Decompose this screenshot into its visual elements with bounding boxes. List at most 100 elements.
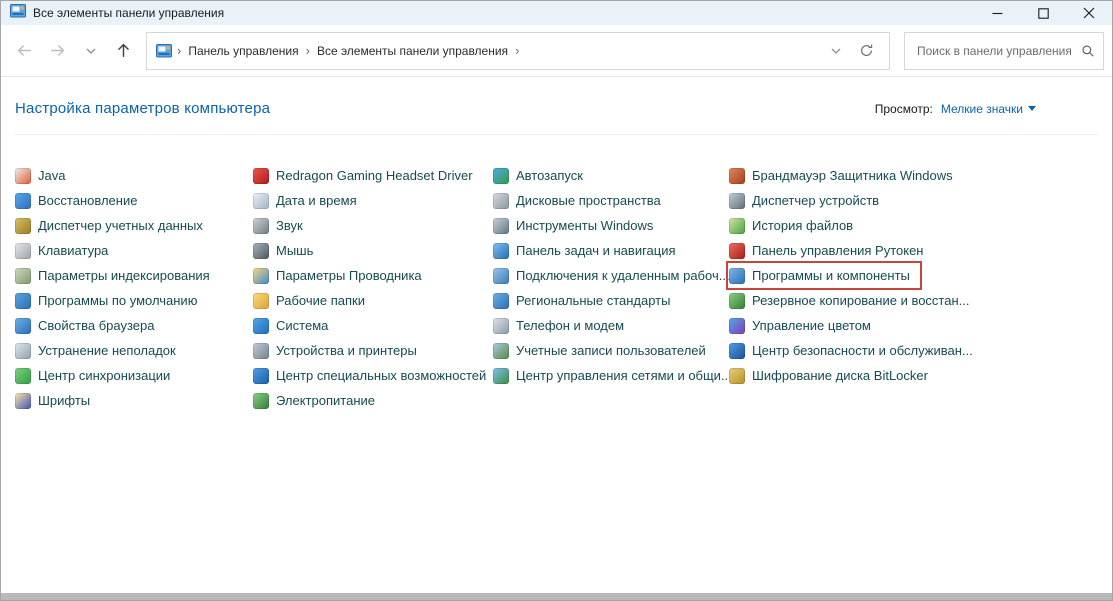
control-panel-item[interactable]: Дата и время — [253, 188, 493, 213]
region-icon — [493, 293, 509, 309]
item-label: Резервное копирование и восстан... — [752, 293, 970, 308]
breadcrumb-all-items[interactable]: Все элементы панели управления — [315, 44, 510, 58]
control-panel-item[interactable]: Автозапуск — [493, 163, 729, 188]
control-panel-item[interactable]: Система — [253, 313, 493, 338]
item-label: Устранение неполадок — [38, 343, 176, 358]
search-box[interactable] — [904, 32, 1104, 70]
view-dropdown[interactable]: Мелкие значки — [941, 102, 1036, 116]
control-panel-item[interactable]: Устройства и принтеры — [253, 338, 493, 363]
control-panel-item[interactable]: Диспетчер устройств — [729, 188, 1098, 213]
control-panel-item[interactable]: Программы и компоненты — [728, 263, 920, 288]
address-bar[interactable]: › Панель управления › Все элементы панел… — [146, 32, 890, 70]
item-label: Центр синхронизации — [38, 368, 170, 383]
storage-spaces-icon — [493, 193, 509, 209]
control-panel-window: Все элементы панели управления — [0, 0, 1113, 601]
control-panel-item[interactable]: Рабочие папки — [253, 288, 493, 313]
search-input[interactable] — [915, 43, 1081, 59]
autoplay-icon — [493, 168, 509, 184]
control-panel-item[interactable]: Восстановление — [15, 188, 253, 213]
backup-restore-icon — [729, 293, 745, 309]
breadcrumb-chevron-icon: › — [301, 43, 315, 58]
breadcrumb-control-panel[interactable]: Панель управления — [186, 44, 300, 58]
view-label: Просмотр: — [875, 102, 933, 116]
item-label: Электропитание — [276, 393, 375, 408]
control-panel-item[interactable]: Региональные стандарты — [493, 288, 729, 313]
item-label: Программы и компоненты — [752, 268, 910, 283]
control-panel-item[interactable]: Резервное копирование и восстан... — [729, 288, 1098, 313]
control-panel-item[interactable]: Панель управления Рутокен — [729, 238, 1098, 263]
control-panel-icon — [156, 43, 172, 59]
back-button[interactable] — [9, 35, 40, 66]
dropdown-caret-icon — [1028, 106, 1036, 111]
internet-options-icon — [15, 318, 31, 334]
control-panel-item[interactable]: Мышь — [253, 238, 493, 263]
mouse-icon — [253, 243, 269, 259]
sync-center-icon — [15, 368, 31, 384]
control-panel-item[interactable]: Панель задач и навигация — [493, 238, 729, 263]
control-panel-item[interactable]: Управление цветом — [729, 313, 1098, 338]
address-dropdown-chevron-icon[interactable] — [821, 36, 851, 66]
item-label: Подключения к удаленным рабоч... — [516, 268, 730, 283]
control-panel-item[interactable]: Телефон и модем — [493, 313, 729, 338]
control-panel-item[interactable]: Redragon Gaming Headset Driver — [253, 163, 493, 188]
network-sharing-center-icon — [493, 368, 509, 384]
items-column: Брандмауэр Защитника Windows Диспетчер ус… — [729, 163, 1098, 413]
windows-tools-icon — [493, 218, 509, 234]
item-label: Свойства браузера — [38, 318, 154, 333]
minimize-button[interactable] — [974, 1, 1020, 25]
titlebar: Все элементы панели управления — [1, 1, 1112, 25]
control-panel-item[interactable]: Электропитание — [253, 388, 493, 413]
control-panel-item[interactable]: Центр управления сетями и общи... — [493, 363, 729, 388]
item-label: Шрифты — [38, 393, 90, 408]
control-panel-icon — [10, 3, 26, 24]
item-label: Redragon Gaming Headset Driver — [276, 168, 473, 183]
maximize-button[interactable] — [1020, 1, 1066, 25]
control-panel-item[interactable]: Брандмауэр Защитника Windows — [729, 163, 1098, 188]
item-label: Звук — [276, 218, 303, 233]
item-label: История файлов — [752, 218, 853, 233]
item-label: Центр безопасности и обслуживан... — [752, 343, 973, 358]
phone-modem-icon — [493, 318, 509, 334]
control-panel-item[interactable]: Звук — [253, 213, 493, 238]
forward-button[interactable] — [42, 35, 73, 66]
control-panel-item[interactable]: Центр безопасности и обслуживан... — [729, 338, 1098, 363]
control-panel-item[interactable]: Дисковые пространства — [493, 188, 729, 213]
search-icon[interactable] — [1081, 44, 1095, 58]
control-panel-item[interactable]: Java — [15, 163, 253, 188]
control-panel-item[interactable]: Учетные записи пользователей — [493, 338, 729, 363]
item-label: Параметры Проводника — [276, 268, 422, 283]
up-button[interactable] — [108, 35, 139, 66]
refresh-icon[interactable] — [851, 36, 881, 66]
item-label: Система — [276, 318, 328, 333]
control-panel-item[interactable]: Программы по умолчанию — [15, 288, 253, 313]
item-label: Диспетчер устройств — [752, 193, 879, 208]
file-history-icon — [729, 218, 745, 234]
indexing-options-icon — [15, 268, 31, 284]
item-label: Учетные записи пользователей — [516, 343, 706, 358]
control-panel-item[interactable]: Устранение неполадок — [15, 338, 253, 363]
programs-features-icon — [729, 268, 745, 284]
view-value: Мелкие значки — [941, 102, 1023, 116]
control-panel-item[interactable]: Шрифты — [15, 388, 253, 413]
control-panel-item[interactable]: Инструменты Windows — [493, 213, 729, 238]
control-panel-item[interactable]: Подключения к удаленным рабоч... — [493, 263, 729, 288]
devices-printers-icon — [253, 343, 269, 359]
power-options-icon — [253, 393, 269, 409]
close-button[interactable] — [1066, 1, 1112, 25]
sound-icon — [253, 218, 269, 234]
window-bottom-edge — [1, 593, 1112, 600]
control-panel-item[interactable]: Центр специальных возможностей — [253, 363, 493, 388]
control-panel-item[interactable]: Свойства браузера — [15, 313, 253, 338]
control-panel-item[interactable]: Диспетчер учетных данных — [15, 213, 253, 238]
control-panel-item[interactable]: Параметры индексирования — [15, 263, 253, 288]
item-label: Программы по умолчанию — [38, 293, 197, 308]
control-panel-item[interactable]: Центр синхронизации — [15, 363, 253, 388]
item-label: Диспетчер учетных данных — [38, 218, 203, 233]
rutoken-icon — [729, 243, 745, 259]
control-panel-item[interactable]: История файлов — [729, 213, 1098, 238]
item-label: Управление цветом — [752, 318, 871, 333]
control-panel-item[interactable]: Параметры Проводника — [253, 263, 493, 288]
control-panel-item[interactable]: Шифрование диска BitLocker — [729, 363, 1098, 388]
recent-locations-chevron-icon[interactable] — [75, 35, 106, 66]
control-panel-item[interactable]: Клавиатура — [15, 238, 253, 263]
